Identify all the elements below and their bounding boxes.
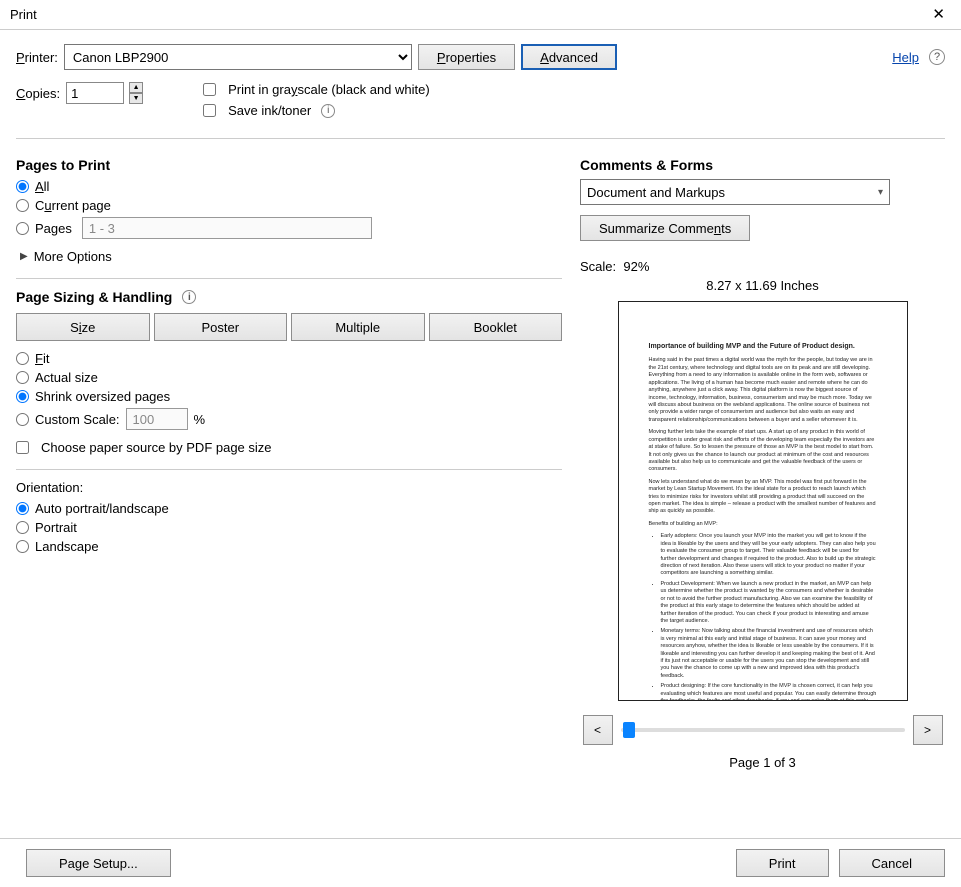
radio-fit-label: Fit [35, 351, 49, 366]
choose-source-label: Choose paper source by PDF page size [41, 440, 272, 455]
choose-source-checkbox[interactable] [16, 441, 29, 454]
pages-range-input[interactable] [82, 217, 372, 239]
triangle-right-icon: ▶ [20, 251, 28, 262]
multiple-button[interactable]: Multiple [291, 313, 425, 341]
printer-label: Printer: [16, 50, 58, 65]
copies-up[interactable]: ▲ [129, 82, 143, 93]
radio-landscape[interactable] [16, 540, 29, 553]
comments-dropdown-value: Document and Markups [587, 185, 725, 200]
copies-input[interactable] [66, 82, 124, 104]
more-options-label: More Options [34, 249, 112, 264]
pages-to-print-title: Pages to Print [16, 157, 562, 173]
scale-label: Scale: [580, 259, 616, 274]
orientation-title: Orientation: [16, 480, 562, 495]
printer-select[interactable]: Canon LBP2900 [64, 44, 412, 70]
poster-button[interactable]: Poster [154, 313, 288, 341]
radio-portrait-label: Portrait [35, 520, 77, 535]
radio-custom[interactable] [16, 413, 29, 426]
radio-current[interactable] [16, 199, 29, 212]
advanced-button[interactable]: Advanced [521, 44, 617, 70]
help-link[interactable]: Help [892, 50, 919, 65]
radio-auto-orient-label: Auto portrait/landscape [35, 501, 169, 516]
info-icon[interactable]: i [321, 104, 335, 118]
window-title: Print [10, 7, 37, 22]
percent-label: % [194, 412, 206, 427]
radio-custom-label: Custom Scale: [35, 412, 120, 427]
radio-landscape-label: Landscape [35, 539, 99, 554]
saveink-checkbox[interactable] [203, 104, 216, 117]
booklet-button[interactable]: Booklet [429, 313, 563, 341]
info-icon[interactable]: i [182, 290, 196, 304]
custom-scale-input[interactable] [126, 408, 188, 430]
slider-thumb[interactable] [623, 722, 635, 738]
page-indicator: Page 1 of 3 [580, 755, 945, 770]
copies-label: Copies: [16, 86, 60, 101]
comments-dropdown[interactable]: Document and Markups ▾ [580, 179, 890, 205]
radio-all-label: All [35, 179, 49, 194]
radio-pages-label: Pages [35, 221, 72, 236]
page-slider[interactable] [621, 728, 905, 732]
grayscale-label: Print in grayscale (black and white) [228, 82, 430, 97]
sizing-title: Page Sizing & Handling i [16, 289, 562, 305]
radio-shrink[interactable] [16, 390, 29, 403]
page-setup-button[interactable]: Page Setup... [26, 849, 171, 877]
radio-actual-label: Actual size [35, 370, 98, 385]
radio-current-label: Current page [35, 198, 111, 213]
summarize-button[interactable]: Summarize Comments [580, 215, 750, 241]
print-button[interactable]: Print [736, 849, 829, 877]
cancel-button[interactable]: Cancel [839, 849, 945, 877]
radio-actual[interactable] [16, 371, 29, 384]
radio-all[interactable] [16, 180, 29, 193]
radio-pages[interactable] [16, 222, 29, 235]
close-icon[interactable]: ✕ [926, 3, 951, 26]
page-dimensions: 8.27 x 11.69 Inches [580, 278, 945, 293]
next-page-button[interactable]: > [913, 715, 943, 745]
copies-down[interactable]: ▼ [129, 93, 143, 104]
radio-auto-orient[interactable] [16, 502, 29, 515]
radio-fit[interactable] [16, 352, 29, 365]
page-preview: Importance of building MVP and the Futur… [618, 301, 908, 701]
more-options-toggle[interactable]: ▶ More Options [20, 249, 562, 264]
chevron-down-icon: ▾ [878, 187, 883, 198]
scale-value: 92% [623, 259, 649, 274]
size-button[interactable]: Size [16, 313, 150, 341]
prev-page-button[interactable]: < [583, 715, 613, 745]
saveink-label: Save ink/toner [228, 103, 311, 118]
radio-portrait[interactable] [16, 521, 29, 534]
radio-shrink-label: Shrink oversized pages [35, 389, 170, 404]
grayscale-checkbox[interactable] [203, 83, 216, 96]
properties-button[interactable]: Properties [418, 44, 515, 70]
comments-title: Comments & Forms [580, 157, 945, 173]
help-icon[interactable]: ? [929, 49, 945, 65]
